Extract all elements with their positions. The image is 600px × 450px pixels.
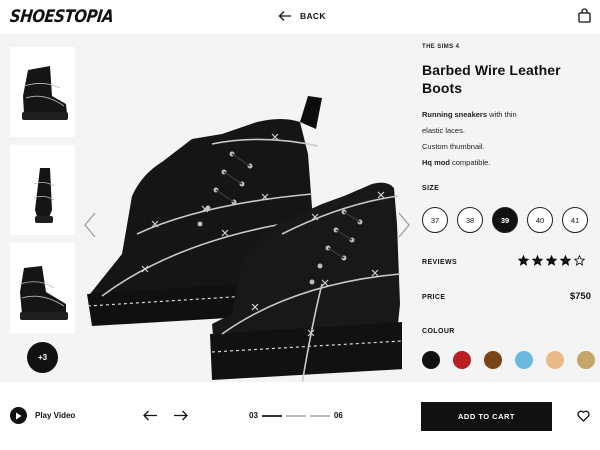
boot-thumbnail-image — [21, 66, 68, 120]
product-info-panel: THE SIMS 4 Barbed Wire Leather Boots Run… — [422, 34, 595, 382]
pager-segment — [285, 414, 306, 417]
price-value: $750 — [569, 291, 591, 302]
desc-bold-1: Running sneakers — [422, 110, 488, 119]
desc-text-4: compatible. — [449, 158, 491, 167]
thumbnail-1[interactable] — [10, 47, 75, 137]
arrow-right-icon[interactable] — [173, 410, 188, 421]
arrow-left-icon[interactable] — [143, 410, 158, 421]
boot-thumbnail-image — [33, 168, 54, 223]
heart-icon[interactable] — [577, 410, 590, 422]
play-video-button[interactable]: Play Video — [10, 407, 75, 424]
price-label: PRICE — [422, 294, 446, 301]
thumbnail-2[interactable] — [10, 145, 75, 235]
desc-bold-4: Hq mod — [422, 158, 450, 167]
product-main: +3 THE SIMS 4 Barbed Wire Leather Boots … — [0, 34, 600, 384]
size-option-39[interactable]: 39 — [492, 207, 518, 233]
star-outline-icon — [574, 255, 585, 266]
colour-selector — [422, 351, 595, 369]
rating-stars — [518, 255, 585, 266]
add-to-cart-button[interactable]: ADD TO CART — [421, 402, 552, 431]
desc-text-2: elastic laces. — [422, 126, 465, 135]
header: SHOESTOPIA BACK — [0, 0, 600, 34]
footer-bar: Play Video 03 06 ADD TO CART — [0, 382, 600, 450]
play-video-label: Play Video — [35, 411, 76, 420]
shopping-bag-icon[interactable] — [578, 8, 591, 23]
star-filled-icon — [532, 255, 543, 266]
colour-swatch-5[interactable] — [546, 351, 564, 369]
size-option-41[interactable]: 41 — [562, 207, 588, 233]
star-filled-icon — [560, 255, 571, 266]
more-images-badge[interactable]: +3 — [27, 342, 58, 373]
colour-swatch-3[interactable] — [484, 351, 502, 369]
pager-segment — [309, 414, 330, 417]
thumbnail-3[interactable] — [10, 243, 75, 333]
back-button[interactable]: BACK — [278, 10, 326, 22]
pager-segment — [261, 414, 282, 417]
star-filled-icon — [518, 255, 529, 266]
colour-swatch-2[interactable] — [453, 351, 471, 369]
play-icon — [10, 407, 27, 424]
colour-swatch-1[interactable] — [422, 351, 440, 369]
slide-pager: 03 06 — [249, 411, 343, 420]
back-label: BACK — [300, 11, 326, 21]
desc-text-3: Custom thumbnail. — [422, 142, 485, 151]
product-description: Running sneakers with thin elastic laces… — [422, 107, 592, 171]
size-selector: 37 38 39 40 41 — [422, 207, 588, 233]
colour-swatch-4[interactable] — [515, 351, 533, 369]
reviews-label: REVIEWS — [422, 259, 458, 266]
size-label: SIZE — [422, 185, 440, 192]
brand-logo[interactable]: SHOESTOPIA — [9, 6, 115, 27]
product-hero-image — [87, 96, 402, 384]
colour-swatch-6[interactable] — [577, 351, 595, 369]
boot-thumbnail-image — [19, 266, 68, 320]
size-option-40[interactable]: 40 — [527, 207, 553, 233]
size-option-37[interactable]: 37 — [422, 207, 448, 233]
colour-label: COLOUR — [422, 328, 455, 335]
product-category: THE SIMS 4 — [422, 44, 460, 50]
arrow-left-icon — [278, 11, 291, 21]
size-option-38[interactable]: 38 — [457, 207, 483, 233]
product-title: Barbed Wire Leather Boots — [422, 62, 561, 96]
page-current: 03 — [249, 411, 258, 420]
desc-text-1: with thin — [487, 110, 517, 119]
page-total: 06 — [333, 411, 343, 420]
star-filled-icon — [546, 255, 557, 266]
